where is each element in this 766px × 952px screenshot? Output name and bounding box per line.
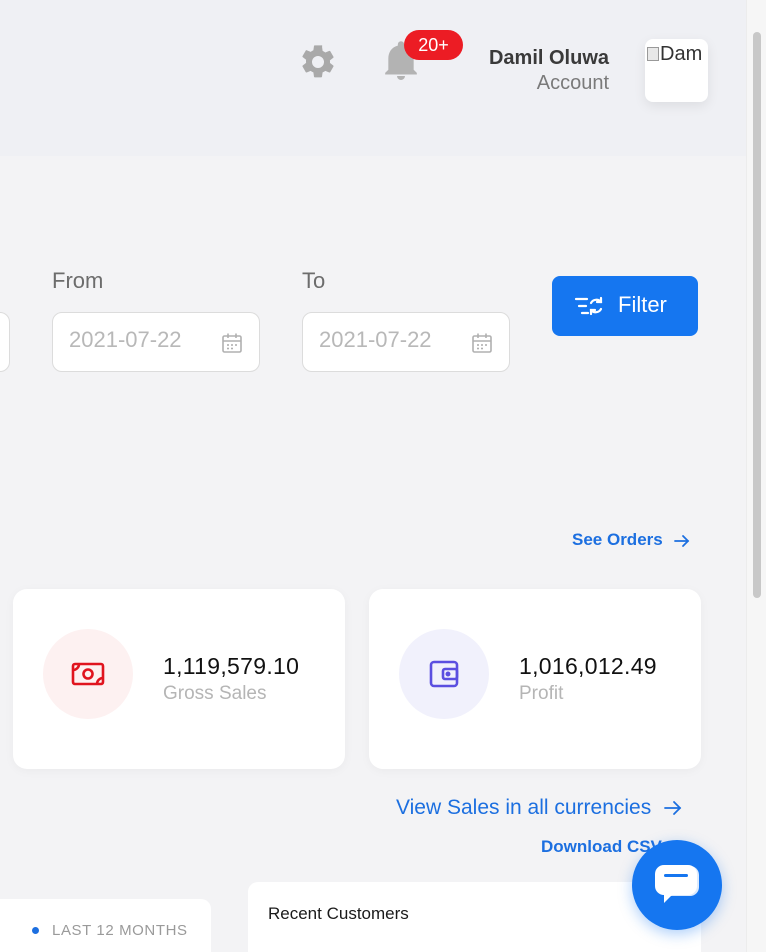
gross-sales-value: 1,119,579.10 [163, 653, 300, 679]
sales-chart-panel: LAST 12 MONTHS [0, 899, 211, 952]
from-date-field[interactable] [52, 312, 260, 372]
to-date-input[interactable] [319, 327, 469, 353]
profit-label: Profit [519, 683, 564, 704]
period-label: LAST 12 MONTHS [52, 922, 188, 939]
see-orders-link[interactable]: See Orders [572, 530, 691, 550]
filter-button[interactable]: Filter [552, 276, 698, 336]
view-sales-currencies-label: View Sales in all currencies [396, 796, 652, 819]
gross-sales-label: Gross Sales [163, 683, 267, 704]
avatar-alt-label: Dam [660, 43, 703, 65]
notification-badge: 20+ [404, 30, 463, 60]
arrow-right-icon [664, 801, 682, 816]
legend-dot [32, 927, 39, 934]
user-role: Account [536, 72, 609, 94]
see-orders-label: See Orders [572, 530, 663, 549]
gear-icon[interactable] [298, 42, 338, 82]
recent-customers-title: Recent Customers [268, 904, 409, 923]
filter-button-label: Filter [618, 292, 667, 317]
from-label: From [52, 268, 104, 293]
filter-icon [574, 296, 603, 316]
vertical-scrollbar[interactable] [746, 0, 766, 952]
avatar[interactable]: Dam [645, 39, 708, 102]
to-label: To [302, 268, 326, 293]
gross-sales-icon-circle [43, 629, 133, 719]
profit-card: 1,016,012.49 Profit [369, 589, 701, 769]
profit-icon-circle [399, 629, 489, 719]
truncated-input[interactable] [0, 312, 10, 372]
scrollbar-thumb[interactable] [753, 32, 761, 598]
chat-launcher-button[interactable] [632, 840, 722, 930]
avatar-alt-text: Dam [647, 43, 702, 66]
chat-icon [655, 865, 699, 903]
cash-icon [71, 662, 105, 686]
calendar-icon[interactable] [221, 332, 243, 354]
broken-image-icon [647, 47, 659, 61]
calendar-icon[interactable] [471, 332, 493, 354]
to-date-field[interactable] [302, 312, 510, 372]
wallet-icon [429, 660, 459, 688]
gross-sales-card: 1,119,579.10 Gross Sales [13, 589, 345, 769]
top-header: 20+ Damil Oluwa Account Dam [0, 0, 746, 156]
arrow-right-icon [674, 534, 690, 547]
user-name: Damil Oluwa [488, 47, 609, 69]
view-sales-currencies-link[interactable]: View Sales in all currencies [396, 796, 683, 820]
profit-value: 1,016,012.49 [519, 653, 657, 679]
from-date-input[interactable] [69, 327, 219, 353]
